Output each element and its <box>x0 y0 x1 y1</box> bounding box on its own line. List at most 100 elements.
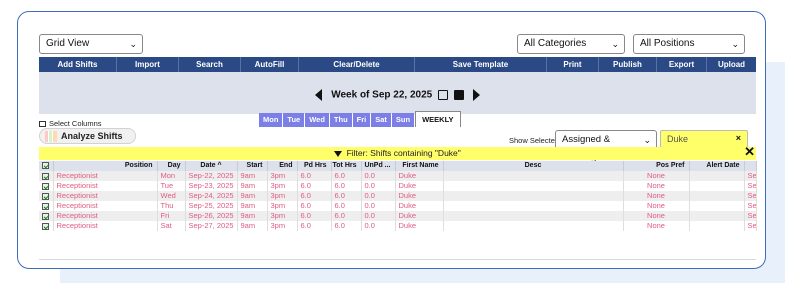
cell-tot-hrs: 6.0 <box>331 211 362 221</box>
cell-first-name: Duke <box>395 181 444 191</box>
tab-sun[interactable]: Sun <box>391 113 415 127</box>
checkbox-checked-icon <box>42 202 50 210</box>
table-row[interactable]: Receptionist Wed Sep-24, 2025 9am 3pm 6.0 6.0 0… <box>39 191 757 201</box>
cell-pd-hrs: 6.0 <box>297 211 332 221</box>
header-pos-pref[interactable]: Pos Pref <box>623 161 690 171</box>
next-week-icon[interactable] <box>472 89 480 101</box>
week-title: Week of Sep 22, 2025 <box>331 89 433 101</box>
clear-delete-button[interactable]: Clear/Delete <box>299 57 415 72</box>
cell-unpd: 0.0 <box>361 211 396 221</box>
add-shifts-button[interactable]: Add Shifts <box>39 57 117 72</box>
cell-desc <box>443 211 624 221</box>
header-start[interactable]: Start <box>237 161 268 171</box>
calendar-icon[interactable] <box>453 90 464 100</box>
cell-unpd: 0.0 <box>361 201 396 211</box>
analyze-shifts-label: Analyze Shifts <box>61 131 123 141</box>
analyze-shifts-button[interactable]: Analyze Shifts <box>39 128 136 144</box>
cell-end: 3pm <box>267 221 298 231</box>
chevron-down-icon: ⌄ <box>731 39 739 49</box>
cell-desc <box>443 171 624 181</box>
cell-start: 9am <box>237 181 268 191</box>
cell-alert-date <box>689 211 745 221</box>
cell-day: Tue <box>157 181 186 191</box>
position-select-value: All Positions <box>640 38 695 49</box>
cell-alert-date <box>689 221 745 231</box>
funnel-icon <box>334 150 343 157</box>
calendar-check-icon[interactable] <box>437 90 448 100</box>
category-select[interactable]: All Categories ⌄ <box>517 34 625 54</box>
row-checkbox[interactable] <box>39 191 54 201</box>
select-columns[interactable]: Select Columns <box>39 119 102 128</box>
cell-tot-hrs: 6.0 <box>331 171 362 181</box>
cell-pd-hrs: 6.0 <box>297 171 332 181</box>
view-select[interactable]: Grid View ⌄ <box>39 34 143 54</box>
table-row[interactable]: Receptionist Thu Sep-25, 2025 9am 3pm 6.0 6.0 0… <box>39 201 757 211</box>
row-checkbox[interactable] <box>39 221 54 231</box>
export-button[interactable]: Export <box>657 57 707 72</box>
select-columns-label: Select Columns <box>49 119 102 128</box>
header-tot-hrs[interactable]: Tot Hrs <box>331 161 362 171</box>
tab-wed[interactable]: Wed <box>305 113 329 127</box>
cell-tot-hrs: 6.0 <box>331 181 362 191</box>
header-date[interactable]: Date ^ <box>185 161 238 171</box>
cell-date: Sep-23, 2025 <box>185 181 238 191</box>
header-day[interactable]: Day <box>157 161 186 171</box>
import-button[interactable]: Import <box>117 57 179 72</box>
prev-week-icon[interactable] <box>315 89 323 101</box>
cell-desc <box>443 221 624 231</box>
cell-pos-pref: None <box>623 191 690 201</box>
header-first-name[interactable]: First Name <box>395 161 444 171</box>
header-unpd[interactable]: UnPd ... <box>361 161 396 171</box>
select-all-checkbox[interactable] <box>39 161 54 171</box>
autofill-button[interactable]: AutoFill <box>241 57 299 72</box>
cell-tot-hrs: 6.0 <box>331 201 362 211</box>
columns-icon <box>39 121 46 128</box>
tab-fri[interactable]: Fri <box>352 113 371 127</box>
cell-alert-date <box>689 171 745 181</box>
save-template-button[interactable]: Save Template <box>415 57 547 72</box>
cell-alert-date <box>689 181 745 191</box>
cell-first-name: Duke <box>395 191 444 201</box>
table-row[interactable]: Receptionist Fri Sep-26, 2025 9am 3pm 6.0 6.0 0… <box>39 211 757 221</box>
header-position[interactable]: Position <box>53 161 158 171</box>
filter-input[interactable]: Duke × <box>660 130 748 148</box>
cell-pos-pref: None <box>623 201 690 211</box>
cell-pd-hrs: 6.0 <box>297 221 332 231</box>
row-checkbox[interactable] <box>39 211 54 221</box>
header-alert-date[interactable]: Alert Date <box>689 161 745 171</box>
header-end[interactable]: End <box>267 161 298 171</box>
search-button[interactable]: Search <box>179 57 241 72</box>
table-header: Position Day Date ^ Start End Pd Hrs Tot… <box>39 161 757 171</box>
table-row[interactable]: Receptionist Tue Sep-23, 2025 9am 3pm 6.0 6.0 0… <box>39 181 757 191</box>
row-checkbox[interactable] <box>39 181 54 191</box>
day-tabs: Mon Tue Wed Thu Fri Sat Sun WEEKLY <box>259 111 462 127</box>
table-row[interactable]: Receptionist Mon Sep-22, 2025 9am 3pm 6.0 6.0 0… <box>39 171 757 181</box>
print-button[interactable]: Print <box>547 57 599 72</box>
position-select[interactable]: All Positions ⌄ <box>633 34 745 54</box>
cell-position: Receptionist <box>53 181 158 191</box>
cell-alert-date <box>689 201 745 211</box>
cell-first-name: Duke <box>395 171 444 181</box>
header-extra <box>744 161 757 171</box>
chevron-down-icon: ⌄ <box>611 39 619 49</box>
row-checkbox[interactable] <box>39 201 54 211</box>
cell-end: 3pm <box>267 191 298 201</box>
header-pd-hrs[interactable]: Pd Hrs <box>297 161 332 171</box>
tab-weekly[interactable]: WEEKLY <box>415 111 461 127</box>
publish-button[interactable]: Publish <box>599 57 657 72</box>
cell-day: Thu <box>157 201 186 211</box>
table-row[interactable]: Receptionist Sat Sep-27, 2025 9am 3pm 6.0 6.0 0… <box>39 221 757 231</box>
cell-unpd: 0.0 <box>361 171 396 181</box>
cell-first-name: Duke <box>395 211 444 221</box>
tab-thu[interactable]: Thu <box>329 113 352 127</box>
tab-mon[interactable]: Mon <box>259 113 283 127</box>
close-filter-icon[interactable]: ✕ <box>744 145 755 158</box>
upload-button[interactable]: Upload <box>707 57 756 72</box>
tab-sat[interactable]: Sat <box>371 113 391 127</box>
tab-tue[interactable]: Tue <box>283 113 305 127</box>
cell-tot-hrs: 6.0 <box>331 191 362 201</box>
cell-day: Fri <box>157 211 186 221</box>
header-desc[interactable]: Desc <box>443 161 624 171</box>
clear-filter-icon[interactable]: × <box>736 130 741 146</box>
row-checkbox[interactable] <box>39 171 54 181</box>
